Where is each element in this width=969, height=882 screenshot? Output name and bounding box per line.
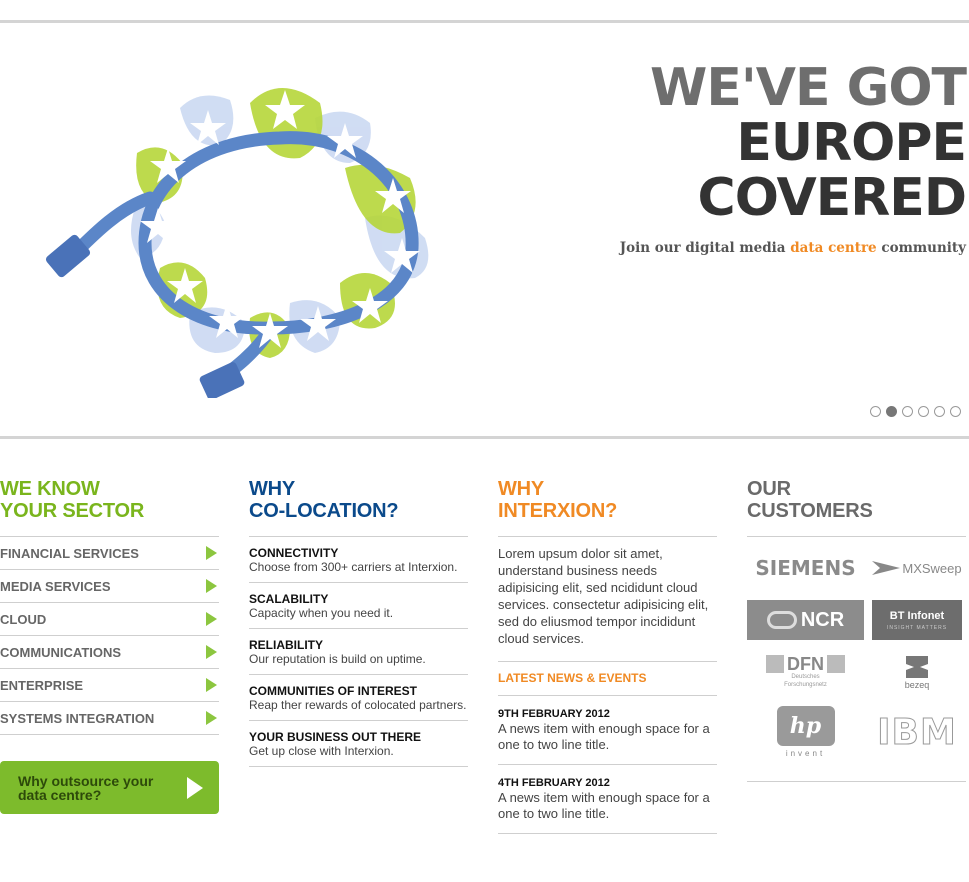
headline-line-3: COVERED — [697, 168, 967, 228]
customers-column: OUR CUSTOMERS SIEMENS MXSweep NCR BT Info… — [747, 478, 966, 782]
colocation-title: WHY CO-LOCATION? — [249, 478, 399, 522]
dfn-logo: DFN Deutsches Forschungsnetz — [747, 651, 864, 693]
bezeq-logo: bezeq — [868, 651, 966, 693]
interxion-intro: Lorem upsum dolor sit amet, understand b… — [498, 536, 717, 662]
sector-column: WE KNOW YOUR SECTOR FINANCIAL SERVICES ME… — [0, 478, 219, 814]
news-item[interactable]: 4TH FEBRUARY 2012 A news item with enoug… — [498, 765, 717, 834]
bezeq-mark-icon — [906, 656, 928, 678]
data-centre-link[interactable]: data centre — [790, 240, 876, 256]
outsource-cta-button[interactable]: Why outsource your data centre? — [0, 761, 219, 814]
hero-tagline: Join our digital media data centre commu… — [619, 240, 966, 256]
sector-title: WE KNOW YOUR SECTOR — [0, 478, 145, 522]
customer-logo-grid: SIEMENS MXSweep NCR BT Infonet INSIGHT M… — [747, 536, 966, 782]
bt-infonet-logo: BT Infonet INSIGHT MATTERS — [868, 599, 966, 641]
hp-logo: hp invent — [747, 703, 864, 761]
ethernet-cable-eu-stars-illustration — [45, 88, 429, 398]
sector-item-systems-integration[interactable]: SYSTEMS INTEGRATION — [0, 702, 219, 735]
siemens-logo: SIEMENS — [755, 556, 856, 580]
list-item[interactable]: COMMUNITIES OF INTEREST Reap ther reward… — [249, 675, 468, 721]
sector-item-cloud[interactable]: CLOUD — [0, 603, 219, 636]
hero-banner[interactable]: WE'VE GOT EUROPE COVERED Join our digita… — [0, 23, 969, 436]
arrow-right-icon — [206, 645, 217, 659]
arrow-right-icon — [206, 678, 217, 692]
list-item[interactable]: CONNECTIVITY Choose from 300+ carriers a… — [249, 537, 468, 583]
headline-line-1: WE'VE GOT — [649, 58, 967, 118]
slide-dot-5[interactable] — [934, 406, 945, 417]
headline-line-2: EUROPE — [736, 113, 967, 173]
slide-dot-3[interactable] — [902, 406, 913, 417]
ncr-logo: NCR — [747, 599, 864, 641]
interxion-column: WHY INTERXION? Lorem upsum dolor sit amet… — [498, 478, 717, 834]
mxsweep-mark-icon — [872, 561, 901, 575]
slide-dot-6[interactable] — [950, 406, 961, 417]
sector-item-media-services[interactable]: MEDIA SERVICES — [0, 570, 219, 603]
slide-dot-1[interactable] — [870, 406, 881, 417]
mxsweep-logo: MXSweep — [868, 547, 966, 589]
news-heading[interactable]: LATEST NEWS & EVENTS — [498, 662, 717, 696]
sector-item-enterprise[interactable]: ENTERPRISE — [0, 669, 219, 702]
list-item[interactable]: SCALABILITY Capacity when you need it. — [249, 583, 468, 629]
arrow-right-icon — [206, 579, 217, 593]
list-item[interactable]: RELIABILITY Our reputation is build on u… — [249, 629, 468, 675]
slide-pagination — [870, 406, 961, 417]
arrow-right-icon — [206, 546, 217, 560]
colocation-column: WHY CO-LOCATION? CONNECTIVITY Choose from… — [249, 478, 468, 767]
colocation-list: CONNECTIVITY Choose from 300+ carriers a… — [249, 536, 468, 767]
list-item[interactable]: YOUR BUSINESS OUT THERE Get up close wit… — [249, 721, 468, 767]
mid-divider — [0, 436, 969, 439]
customers-title: OUR CUSTOMERS — [747, 478, 873, 522]
interxion-title: WHY INTERXION? — [498, 478, 618, 522]
arrow-right-icon — [206, 711, 217, 725]
slide-dot-4[interactable] — [918, 406, 929, 417]
arrow-right-icon — [187, 776, 203, 799]
hero-headline: WE'VE GOT EUROPE COVERED — [649, 58, 967, 228]
ibm-logo: IBM — [877, 711, 957, 753]
sector-list: FINANCIAL SERVICES MEDIA SERVICES CLOUD … — [0, 536, 219, 735]
sector-item-financial-services[interactable]: FINANCIAL SERVICES — [0, 537, 219, 570]
news-item[interactable]: 9TH FEBRUARY 2012 A news item with enoug… — [498, 696, 717, 765]
arrow-right-icon — [206, 612, 217, 626]
sector-item-communications[interactable]: COMMUNICATIONS — [0, 636, 219, 669]
slide-dot-2[interactable] — [886, 406, 897, 417]
